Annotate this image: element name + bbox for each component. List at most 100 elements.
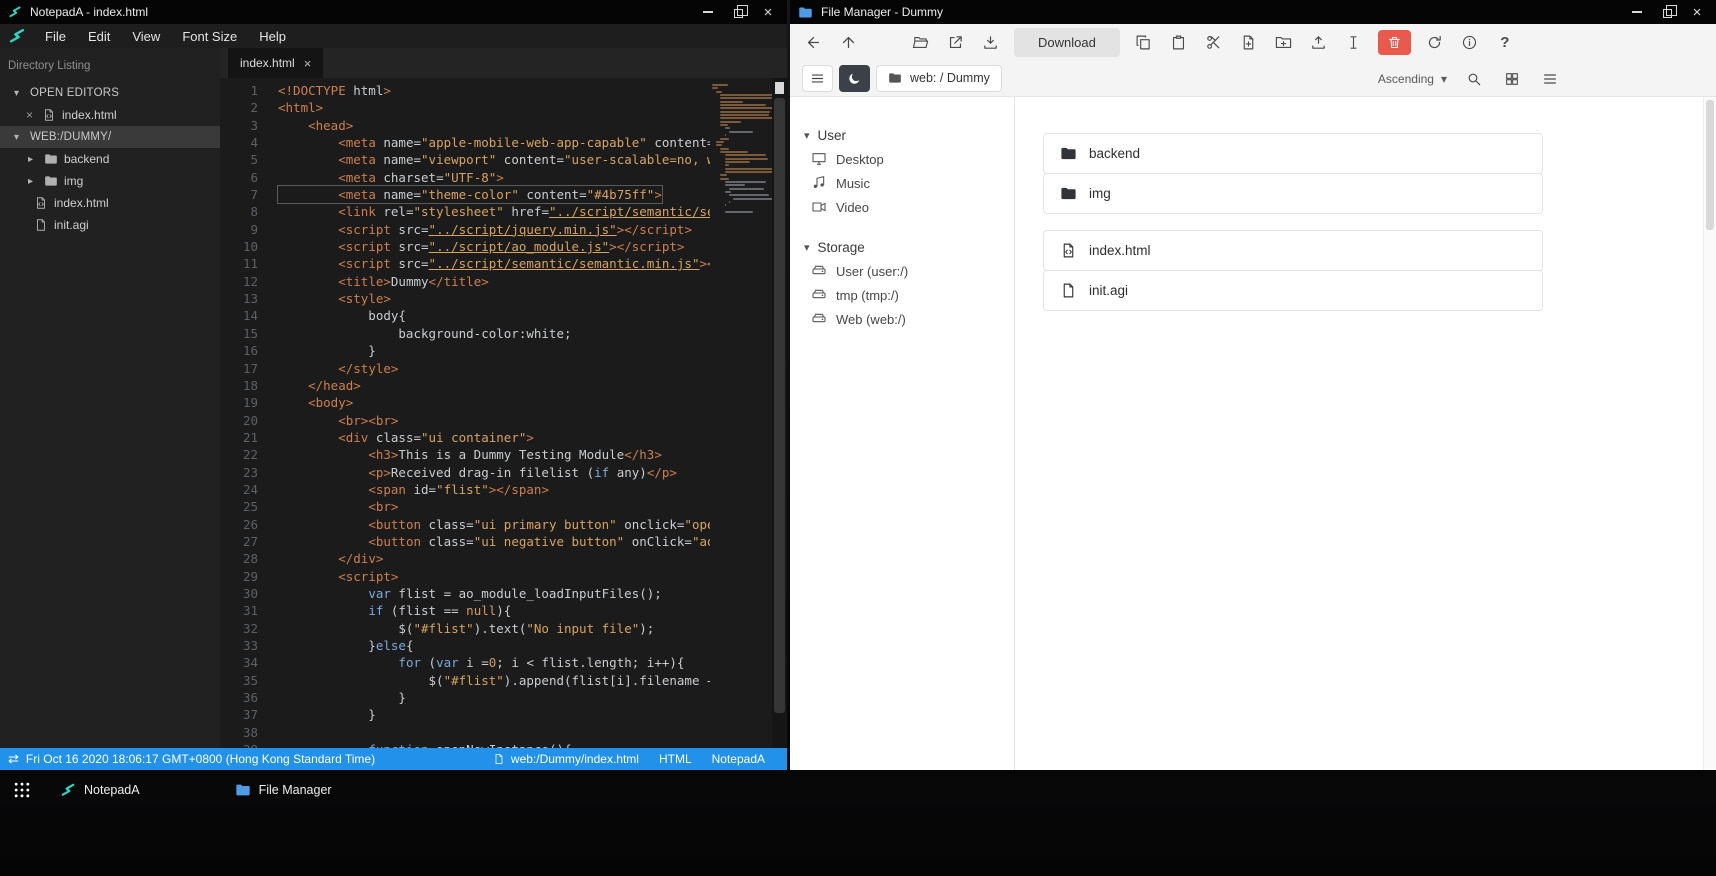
- code-line[interactable]: 24 <span id="flist"></span>: [220, 481, 710, 498]
- code-line[interactable]: 27 <button class="ui negative button" on…: [220, 533, 710, 550]
- close-button[interactable]: ×: [1682, 0, 1712, 24]
- copy-button[interactable]: [1133, 31, 1155, 53]
- code-line[interactable]: 20 <br><br>: [220, 412, 710, 429]
- file-row-img[interactable]: img: [1043, 173, 1543, 214]
- view-grid-button[interactable]: [1501, 68, 1523, 90]
- code-line[interactable]: 38: [220, 724, 710, 741]
- code-editor[interactable]: 1 <!DOCTYPE html> 2 <html> 3 <head> 4 <meta n…: [220, 78, 787, 748]
- status-language[interactable]: HTML: [659, 752, 692, 766]
- code-line[interactable]: 16 }: [220, 342, 710, 359]
- theme-toggle-button[interactable]: [839, 64, 870, 92]
- view-list-button[interactable]: [1539, 68, 1561, 90]
- menu-toggle-button[interactable]: [802, 64, 833, 92]
- code-line[interactable]: 13 <style>: [220, 290, 710, 307]
- code-line[interactable]: 31 if (flist == null){: [220, 602, 710, 619]
- tree-section-open-editors[interactable]: ▾ OPEN EDITORS: [0, 82, 220, 104]
- code-line[interactable]: 14 body{: [220, 307, 710, 324]
- tab-close-icon[interactable]: ×: [304, 56, 312, 71]
- close-button[interactable]: ×: [753, 0, 783, 24]
- code-line[interactable]: 7 <meta name="theme-color" content="#4b7…: [220, 185, 710, 205]
- code-line[interactable]: 39 function openNewInstance(){: [220, 741, 710, 748]
- code-line[interactable]: 19 <body>: [220, 394, 710, 411]
- back-button[interactable]: [802, 31, 824, 53]
- fm-scrollbar-thumb[interactable]: [1706, 100, 1714, 230]
- file-row-init-agi[interactable]: init.agi: [1043, 270, 1543, 311]
- menu-item-edit[interactable]: Edit: [77, 24, 121, 48]
- new-folder-button[interactable]: [1273, 31, 1295, 53]
- help-button[interactable]: ?: [1494, 31, 1516, 53]
- open-new-tab-button[interactable]: [944, 31, 966, 53]
- tab-index-html[interactable]: index.html ×: [228, 48, 324, 78]
- sort-dropdown[interactable]: Ascending ▾: [1378, 72, 1447, 86]
- status-file-path[interactable]: web:/Dummy/index.html: [493, 752, 639, 766]
- file-row-backend[interactable]: backend: [1043, 133, 1543, 174]
- code-line[interactable]: 11 <script src="../script/semantic/seman…: [220, 255, 710, 272]
- code-line[interactable]: 8 <link rel="stylesheet" href="../script…: [220, 203, 710, 220]
- fm-item-tmp-drive[interactable]: tmp (tmp:/): [804, 283, 1014, 307]
- search-button[interactable]: [1463, 68, 1485, 90]
- code-line[interactable]: 17 </style>: [220, 360, 710, 377]
- code-line[interactable]: 6 <meta charset="UTF-8">: [220, 169, 710, 186]
- tree-item-backend[interactable]: ▸ backend: [0, 148, 220, 170]
- upload-button[interactable]: [1308, 31, 1330, 53]
- code-line[interactable]: 37 }: [220, 706, 710, 723]
- code-line[interactable]: 36 }: [220, 689, 710, 706]
- maximize-button[interactable]: [1652, 0, 1682, 24]
- editor-scrollbar-thumb[interactable]: [774, 98, 785, 713]
- code-line[interactable]: 1 <!DOCTYPE html>: [220, 82, 710, 99]
- code-line[interactable]: 28 </div>: [220, 550, 710, 567]
- new-file-button[interactable]: [1238, 31, 1260, 53]
- tree-item-index-html[interactable]: index.html: [0, 192, 220, 214]
- tree-item-init-agi[interactable]: init.agi: [0, 214, 220, 236]
- code-line[interactable]: 5 <meta name="viewport" content="user-sc…: [220, 151, 710, 168]
- minimap[interactable]: [712, 84, 783, 214]
- fm-item-desktop[interactable]: Desktop: [804, 147, 1014, 171]
- code-line[interactable]: 33 }else{: [220, 637, 710, 654]
- fm-item-music[interactable]: Music: [804, 171, 1014, 195]
- close-editor-icon[interactable]: ×: [26, 108, 36, 122]
- paste-button[interactable]: [1168, 31, 1190, 53]
- code-line[interactable]: 21 <div class="ui container">: [220, 429, 710, 446]
- menu-item-font-size[interactable]: Font Size: [171, 24, 248, 48]
- code-line[interactable]: 2 <html>: [220, 99, 710, 116]
- fm-item-video[interactable]: Video: [804, 195, 1014, 219]
- code-line[interactable]: 22 <h3>This is a Dummy Testing Module</h…: [220, 446, 710, 463]
- code-line[interactable]: 26 <button class="ui primary button" onc…: [220, 516, 710, 533]
- menu-item-file[interactable]: File: [34, 24, 77, 48]
- apps-menu-button[interactable]: [12, 780, 32, 800]
- code-line[interactable]: 18 </head>: [220, 377, 710, 394]
- menu-item-view[interactable]: View: [121, 24, 171, 48]
- restore-button[interactable]: [723, 0, 753, 24]
- taskbar-item-notepada[interactable]: NotepadA: [60, 782, 140, 798]
- code-line[interactable]: 3 <head>: [220, 117, 710, 134]
- code-line[interactable]: 25 <br>: [220, 498, 710, 515]
- taskbar-item-file-manager[interactable]: File Manager: [235, 782, 332, 798]
- code-line[interactable]: 23 <p>Received drag-in filelist (if any)…: [220, 464, 710, 481]
- tree-section-workspace[interactable]: ▾ WEB:/DUMMY/: [0, 126, 220, 148]
- code-line[interactable]: 4 <meta name="apple-mobile-web-app-capab…: [220, 134, 710, 151]
- code-line[interactable]: 32 $("#flist").text("No input file");: [220, 620, 710, 637]
- code-line[interactable]: 29 <script>: [220, 568, 710, 585]
- code-line[interactable]: 15 background-color:white;: [220, 325, 710, 342]
- code-line[interactable]: 30 var flist = ao_module_loadInputFiles(…: [220, 585, 710, 602]
- open-button[interactable]: [909, 31, 931, 53]
- info-button[interactable]: [1459, 31, 1481, 53]
- code-line[interactable]: 35 $("#flist").append(flist[i].filename …: [220, 672, 710, 689]
- minimize-button[interactable]: [1622, 0, 1652, 24]
- tree-item-img[interactable]: ▸ img: [0, 170, 220, 192]
- code-line[interactable]: 9 <script src="../script/jquery.min.js">…: [220, 221, 710, 238]
- up-button[interactable]: [837, 31, 859, 53]
- minimize-button[interactable]: [693, 0, 723, 24]
- open-editor-index-html[interactable]: × index.html: [0, 104, 220, 126]
- delete-button[interactable]: [1377, 29, 1411, 55]
- download-button[interactable]: Download: [1014, 27, 1120, 57]
- fm-section-user[interactable]: ▾ User: [804, 123, 1014, 147]
- breadcrumb[interactable]: web: / Dummy: [876, 64, 1002, 92]
- fm-scrollbar[interactable]: [1703, 97, 1716, 770]
- code-line[interactable]: 10 <script src="../script/ao_module.js">…: [220, 238, 710, 255]
- code-line[interactable]: 34 for (var i =0; i < flist.length; i++)…: [220, 654, 710, 671]
- cut-button[interactable]: [1203, 31, 1225, 53]
- download-icon-button[interactable]: [979, 31, 1001, 53]
- menu-item-help[interactable]: Help: [248, 24, 297, 48]
- fm-item-web-drive[interactable]: Web (web:/): [804, 307, 1014, 331]
